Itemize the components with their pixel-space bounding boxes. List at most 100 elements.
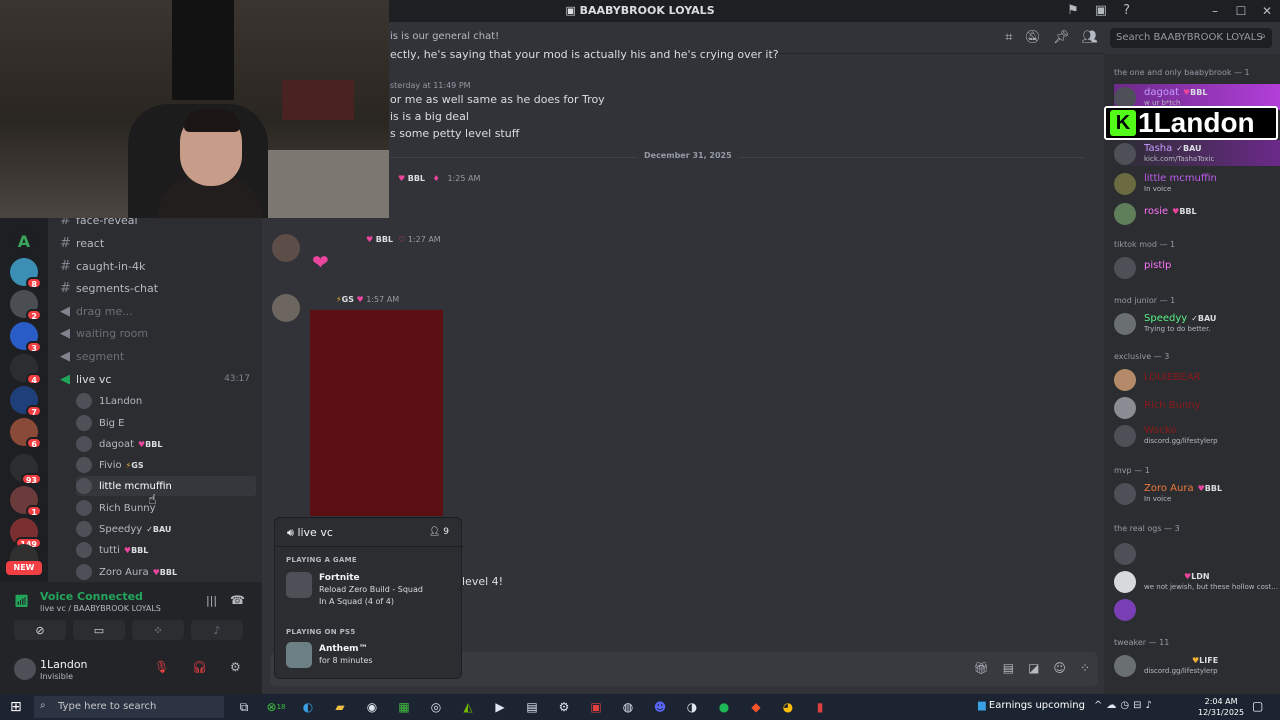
- obs-icon[interactable]: ◉: [360, 698, 384, 716]
- server-icon[interactable]: 1: [10, 486, 42, 517]
- media-icon[interactable]: ▶: [488, 698, 512, 716]
- avatar[interactable]: [14, 658, 36, 680]
- noise-suppression-icon[interactable]: |||: [206, 594, 217, 607]
- member-og-ldn[interactable]: ♥LDN we not jewish, but these hollow cos…: [1114, 568, 1280, 594]
- inbox-icon[interactable]: ⚑: [1067, 3, 1079, 18]
- disconnect-icon[interactable]: ☎: [230, 593, 245, 607]
- members-icon[interactable]: 👥︎: [1081, 30, 1098, 45]
- maximize-button[interactable]: ☐: [1228, 0, 1254, 22]
- close-button[interactable]: ✕: [1254, 0, 1280, 22]
- brave-icon[interactable]: ◆: [744, 698, 768, 716]
- server-icon[interactable]: 3: [10, 322, 42, 353]
- voice-location[interactable]: live vc / BAABYBROOK LOYALS: [40, 604, 161, 613]
- start-button[interactable]: ⊞: [10, 699, 22, 715]
- channel-live-vc[interactable]: ◀ live vc 43:17: [48, 369, 262, 389]
- voice-user[interactable]: little mcmuffin: [76, 476, 256, 496]
- server-icon[interactable]: 8: [10, 258, 42, 289]
- voice-user[interactable]: Rich Bunny: [76, 498, 256, 518]
- composer-icons: 🎁︎ ▤ ◪ ☺ ⁘: [974, 661, 1091, 675]
- threads-icon[interactable]: ⌗: [1005, 30, 1012, 45]
- server-icon[interactable]: 7: [10, 386, 42, 417]
- store-icon[interactable]: ▦: [392, 698, 416, 716]
- nvidia-icon[interactable]: ◭: [456, 698, 480, 716]
- help-icon[interactable]: ?: [1123, 3, 1130, 18]
- channel-face-reveal[interactable]: # face-reveal: [48, 218, 262, 230]
- chrome-icon[interactable]: ◕: [776, 698, 800, 716]
- sticker-icon[interactable]: ◪: [1028, 661, 1039, 675]
- member-og-1[interactable]: [1114, 540, 1280, 566]
- server-icon[interactable]: 4: [10, 354, 42, 385]
- voice-user[interactable]: Speedyy ✓BAU: [76, 519, 256, 539]
- gif-icon[interactable]: ▤: [1003, 661, 1014, 675]
- member-rich-bunny[interactable]: Rich Bunny: [1114, 394, 1280, 420]
- task-view-icon[interactable]: ⧉: [232, 698, 256, 716]
- avatar: [1114, 425, 1136, 447]
- voice-user[interactable]: tutti ♥BBL: [76, 540, 256, 560]
- app-circle-icon[interactable]: ◍: [616, 698, 640, 716]
- voice-user[interactable]: Zoro Aura ♥BBL: [76, 562, 256, 582]
- voice-status: Voice Connected: [40, 590, 143, 603]
- discord-icon[interactable]: ☻: [648, 698, 672, 716]
- member-little-mcmuffin[interactable]: little mcmuffin In voice: [1114, 170, 1280, 196]
- taskbar-search-input[interactable]: ⌕ Type here to search: [34, 696, 224, 718]
- server-icon[interactable]: 93: [10, 454, 42, 485]
- member-tweaker-1[interactable]: ♥LIFE discord.gg/lifestylerp: [1114, 652, 1280, 678]
- settings-gear-icon[interactable]: ⚙: [230, 660, 241, 674]
- app-icon[interactable]: ◎: [424, 698, 448, 716]
- avatar: [1114, 599, 1136, 621]
- member-pistlp[interactable]: pistlp: [1114, 254, 1280, 280]
- app-red2-icon[interactable]: ▮: [808, 698, 832, 716]
- avatar[interactable]: [272, 234, 300, 262]
- spotify-icon[interactable]: ●: [712, 698, 736, 716]
- member-speedyy[interactable]: Speedyy ✓BAU Trying to do better.: [1114, 310, 1280, 336]
- channel-segments-chat[interactable]: # segments-chat: [48, 278, 262, 298]
- avatar[interactable]: [272, 294, 300, 322]
- mic-muted-icon[interactable]: 🎙︎: [154, 660, 169, 674]
- gift-icon[interactable]: 🎁︎: [974, 661, 989, 675]
- headset-muted-icon[interactable]: 🎧︎: [192, 660, 207, 674]
- channel-react[interactable]: # react: [48, 233, 262, 253]
- pin-icon[interactable]: 📌︎: [1053, 30, 1070, 45]
- app-red-icon[interactable]: ▣: [584, 698, 608, 716]
- camera-button[interactable]: ⊘: [14, 620, 66, 640]
- mute-icon[interactable]: 🔕︎: [1024, 30, 1041, 45]
- channel-drag-me[interactable]: ◀ drag me...: [48, 301, 262, 321]
- channel-waiting-room[interactable]: ◀ waiting room: [48, 323, 262, 343]
- screenshare-button[interactable]: ▭: [73, 620, 125, 640]
- voice-user[interactable]: 1Landon: [76, 391, 256, 411]
- member-zoro-aura[interactable]: Zoro Aura ♥BBL In voice: [1114, 480, 1280, 506]
- member-rosie[interactable]: rosie ♥BBL: [1114, 200, 1280, 226]
- screen-icon[interactable]: ▣: [1095, 3, 1107, 18]
- steam-icon[interactable]: ◑: [680, 698, 704, 716]
- news-widget[interactable]: ▆ Earnings upcoming: [978, 700, 1085, 711]
- search-input[interactable]: Search BAABYBROOK LOYALS ⌕: [1110, 28, 1272, 48]
- media-attachment[interactable]: [310, 310, 443, 516]
- server-icon-a[interactable]: A: [10, 228, 38, 256]
- channel-caught-in-4k[interactable]: # caught-in-4k: [48, 256, 262, 276]
- member-louiebear[interactable]: LOUIEBEAR: [1114, 366, 1280, 392]
- emoji-icon[interactable]: ☺: [1053, 661, 1066, 675]
- server-icon[interactable]: 2: [10, 290, 42, 321]
- edge-icon[interactable]: ◐: [296, 698, 320, 716]
- soundboard-button[interactable]: ♪: [191, 620, 243, 640]
- file-explorer-icon[interactable]: ▰: [328, 698, 352, 716]
- activities-button[interactable]: ⁘: [132, 620, 184, 640]
- member-og-3[interactable]: [1114, 596, 1280, 622]
- calculator-icon[interactable]: ▤: [520, 698, 544, 716]
- voice-user[interactable]: Fivio ⚡GS: [76, 455, 256, 475]
- system-clock[interactable]: 2:04 AM 12/31/2025: [1198, 696, 1244, 718]
- xbox-icon[interactable]: ⊗ 18: [264, 698, 288, 716]
- settings-icon[interactable]: ⚙: [552, 698, 576, 716]
- server-icon[interactable]: 6: [10, 418, 42, 449]
- member-wacko[interactable]: Wacko discord.gg/lifestylerp: [1114, 422, 1280, 448]
- tray-icons[interactable]: ^☁◷⊟♪: [1094, 700, 1156, 711]
- avatar: [1114, 313, 1136, 335]
- voice-user[interactable]: Big E: [76, 413, 256, 433]
- notification-icon[interactable]: ▢: [1252, 699, 1263, 713]
- apps-icon[interactable]: ⁘: [1080, 661, 1090, 675]
- channel-segment[interactable]: ◀ segment: [48, 346, 262, 366]
- server-icon[interactable]: 149: [10, 518, 42, 549]
- member-tasha[interactable]: Tasha ✓BAU kick.com/TashaToxic: [1114, 140, 1280, 166]
- minimize-button[interactable]: –: [1202, 0, 1228, 22]
- voice-user[interactable]: dagoat ♥BBL: [76, 434, 256, 454]
